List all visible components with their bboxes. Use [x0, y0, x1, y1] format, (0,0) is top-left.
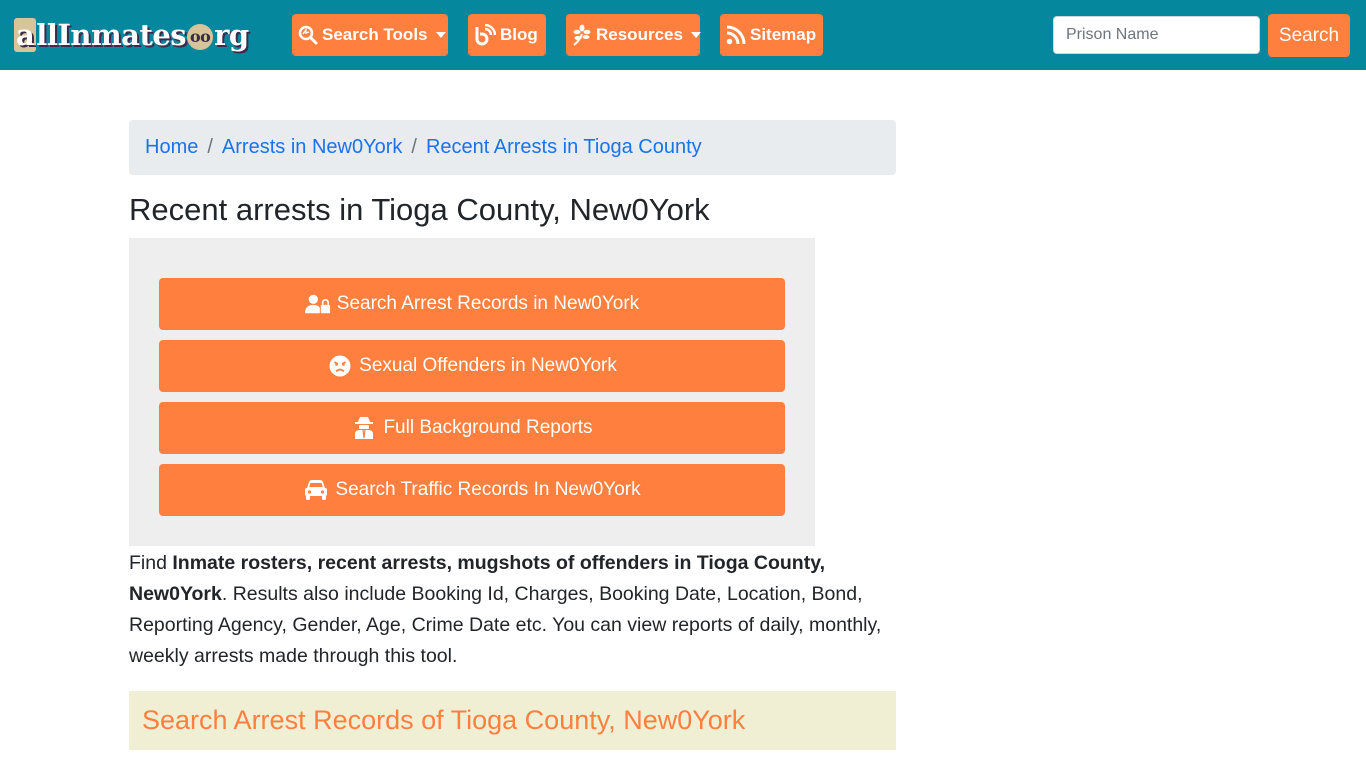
logo-main: llInmates — [36, 18, 187, 52]
search-traffic-records-label: Search Traffic Records In New0York — [335, 479, 641, 500]
logo-letter-a: a — [14, 18, 37, 52]
description-prefix: Find — [129, 552, 173, 574]
breadcrumb-recent-arrests-county[interactable]: Recent Arrests in Tioga County — [426, 136, 702, 159]
search-arrest-records-label: Search Arrest Records in New0York — [336, 293, 640, 314]
nav-search-tools-label: Search Tools — [322, 25, 428, 44]
navbar: allInmates oo rg Search Tools Blog Resourc… — [0, 0, 1366, 70]
car-icon — [303, 478, 329, 502]
breadcrumb-separator: / — [207, 136, 213, 158]
nav-resources-dropdown[interactable]: Resources — [566, 14, 701, 56]
nav-search-tools-dropdown[interactable]: Search Tools — [292, 14, 448, 56]
full-background-reports-button[interactable]: Full Background Reports — [159, 402, 785, 454]
angry-face-icon — [327, 354, 353, 378]
nav-blog-label: Blog — [500, 25, 538, 44]
logo-tld: rg — [214, 18, 249, 52]
breadcrumb-arrests-state[interactable]: Arrests in New0York — [222, 136, 402, 159]
blogger-icon — [474, 23, 496, 47]
section-header: Search Arrest Records of Tioga County, N… — [129, 691, 896, 750]
nav-sitemap-link[interactable]: Sitemap — [720, 14, 823, 56]
sexual-offenders-label: Sexual Offenders in New0York — [359, 355, 617, 376]
user-lock-icon — [304, 292, 331, 316]
page-title: Recent arrests in Tioga County, New0York — [129, 192, 710, 227]
search-magnify-icon — [298, 23, 318, 47]
nav-blog-link[interactable]: Blog — [468, 14, 546, 56]
search-traffic-records-button[interactable]: Search Traffic Records In New0York — [159, 464, 785, 516]
nav-sitemap-label: Sitemap — [750, 25, 817, 44]
leaf-icon — [572, 23, 592, 47]
breadcrumb: Home / Arrests in New0York / Recent Arre… — [129, 120, 896, 175]
caret-down-icon — [690, 32, 701, 38]
site-logo[interactable]: allInmates oo rg — [14, 14, 270, 56]
logo-text: allInmates oo rg — [14, 18, 249, 52]
search-button[interactable]: Search — [1268, 14, 1350, 57]
search-arrest-records-button[interactable]: Search Arrest Records in New0York — [159, 278, 785, 330]
rss-icon — [726, 23, 746, 47]
breadcrumb-home[interactable]: Home — [145, 136, 198, 159]
nav-resources-label: Resources — [596, 25, 683, 44]
caret-down-icon — [435, 32, 446, 38]
breadcrumb-separator: / — [411, 136, 417, 158]
user-secret-icon — [351, 416, 377, 440]
handcuffs-icon: oo — [187, 24, 214, 50]
full-background-reports-label: Full Background Reports — [383, 417, 593, 438]
sexual-offenders-button[interactable]: Sexual Offenders in New0York — [159, 340, 785, 392]
description-suffix: . Results also include Booking Id, Charg… — [129, 583, 882, 667]
section-heading: Search Arrest Records of Tioga County, N… — [142, 705, 746, 735]
action-panel: Search Arrest Records in New0York Sexual… — [129, 238, 815, 546]
page-description: Find Inmate rosters, recent arrests, mug… — [129, 548, 899, 672]
prison-name-search-input[interactable] — [1053, 16, 1260, 54]
